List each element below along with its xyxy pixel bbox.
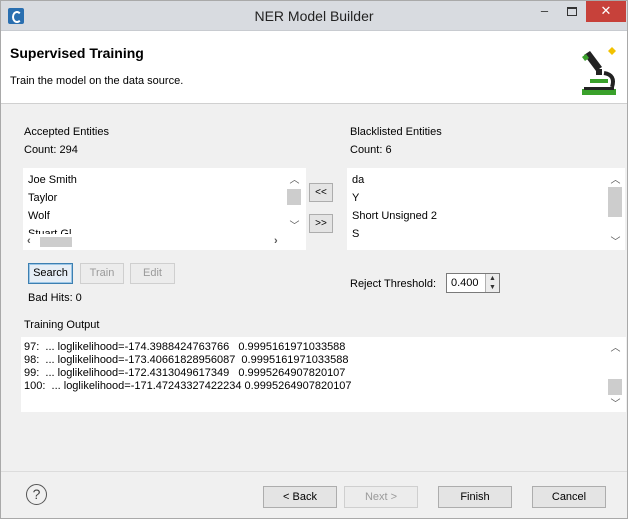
page-title: Supervised Training (10, 45, 144, 61)
list-item[interactable]: Y (352, 192, 359, 204)
maximize-icon (566, 7, 577, 16)
blacklisted-vertical-scrollbar[interactable]: ︿ ﹀ (607, 169, 624, 249)
scroll-thumb[interactable] (40, 237, 72, 247)
reject-threshold-label: Reject Threshold: (350, 278, 437, 290)
scroll-down-icon[interactable]: ﹀ (607, 233, 624, 248)
training-output-label: Training Output (24, 319, 100, 331)
scroll-right-icon[interactable]: › (274, 235, 278, 247)
accepted-entities-label: Accepted Entities (24, 126, 109, 138)
back-button[interactable]: < Back (263, 486, 337, 508)
maximize-button[interactable] (558, 1, 585, 22)
blacklisted-entities-label: Blacklisted Entities (350, 126, 442, 138)
finish-button[interactable]: Finish (438, 486, 512, 508)
search-button[interactable]: Search (28, 263, 73, 284)
list-item[interactable]: da (352, 174, 364, 186)
blacklisted-entities-list[interactable]: da Y Short Unsigned 2 S ︿ ﹀ (347, 168, 625, 250)
move-to-accepted-button[interactable]: << (309, 183, 333, 202)
next-button[interactable]: Next > (344, 486, 418, 508)
scroll-thumb[interactable] (608, 187, 622, 217)
output-vertical-scrollbar[interactable]: ︿ ﹀ (607, 337, 624, 412)
output-line: 99: ... loglikelihood=-172.4313049617349… (24, 367, 346, 379)
list-item[interactable]: Taylor (28, 192, 57, 204)
spin-down-icon[interactable]: ▼ (486, 283, 499, 292)
title-bar: NER Model Builder – ✕ (1, 1, 627, 31)
output-line: 98: ... loglikelihood=-173.4066182895608… (24, 354, 349, 366)
reject-threshold-value[interactable]: 0.400 (451, 277, 479, 289)
train-button[interactable]: Train (80, 263, 124, 284)
list-item[interactable]: Short Unsigned 2 (352, 210, 437, 222)
list-item[interactable]: Stuart Gl... (28, 228, 81, 234)
scroll-up-icon[interactable]: ︿ (607, 339, 624, 354)
spin-up-icon[interactable]: ▲ (486, 274, 499, 283)
accepted-vertical-scrollbar[interactable]: ︿ ﹀ (286, 169, 303, 235)
scroll-thumb[interactable] (287, 189, 301, 205)
footer-divider (1, 471, 627, 472)
scroll-down-icon[interactable]: ﹀ (286, 217, 303, 232)
output-line: 97: ... loglikelihood=-174.3988424763766… (24, 341, 346, 353)
output-line: 100: ... loglikelihood=-171.472433274222… (24, 380, 352, 392)
cancel-button[interactable]: Cancel (532, 486, 606, 508)
help-icon[interactable]: ? (26, 484, 47, 505)
spinner-buttons[interactable]: ▲ ▼ (485, 274, 499, 292)
list-item[interactable]: Joe Smith (28, 174, 77, 186)
accepted-entities-list[interactable]: Joe Smith Taylor Wolf Stuart Gl... ︿ ﹀ ‹… (23, 168, 306, 250)
reject-threshold-spinner[interactable]: 0.400 ▲ ▼ (446, 273, 500, 293)
scroll-thumb[interactable] (608, 379, 622, 395)
training-output-text[interactable]: 97: ... loglikelihood=-174.3988424763766… (21, 337, 626, 412)
scroll-down-icon[interactable]: ﹀ (607, 395, 624, 410)
list-item[interactable]: Wolf (28, 210, 50, 222)
ner-model-builder-window: NER Model Builder – ✕ Supervised Trainin… (0, 0, 628, 519)
edit-button[interactable]: Edit (130, 263, 175, 284)
page-description: Train the model on the data source. (10, 75, 184, 87)
wizard-header: Supervised Training Train the model on t… (1, 31, 627, 104)
scroll-up-icon[interactable]: ︿ (607, 171, 624, 186)
accepted-horizontal-scrollbar[interactable]: ‹ › (24, 235, 286, 249)
bad-hits-label: Bad Hits: 0 (28, 292, 82, 304)
move-to-blacklist-button[interactable]: >> (309, 214, 333, 233)
microscope-icon (582, 47, 616, 95)
minimize-button[interactable]: – (531, 1, 558, 22)
accepted-count: Count: 294 (24, 144, 78, 156)
blacklisted-count: Count: 6 (350, 144, 392, 156)
list-item[interactable]: S (352, 228, 359, 240)
close-button[interactable]: ✕ (586, 1, 626, 22)
scroll-up-icon[interactable]: ︿ (286, 171, 303, 186)
scroll-left-icon[interactable]: ‹ (27, 235, 31, 247)
